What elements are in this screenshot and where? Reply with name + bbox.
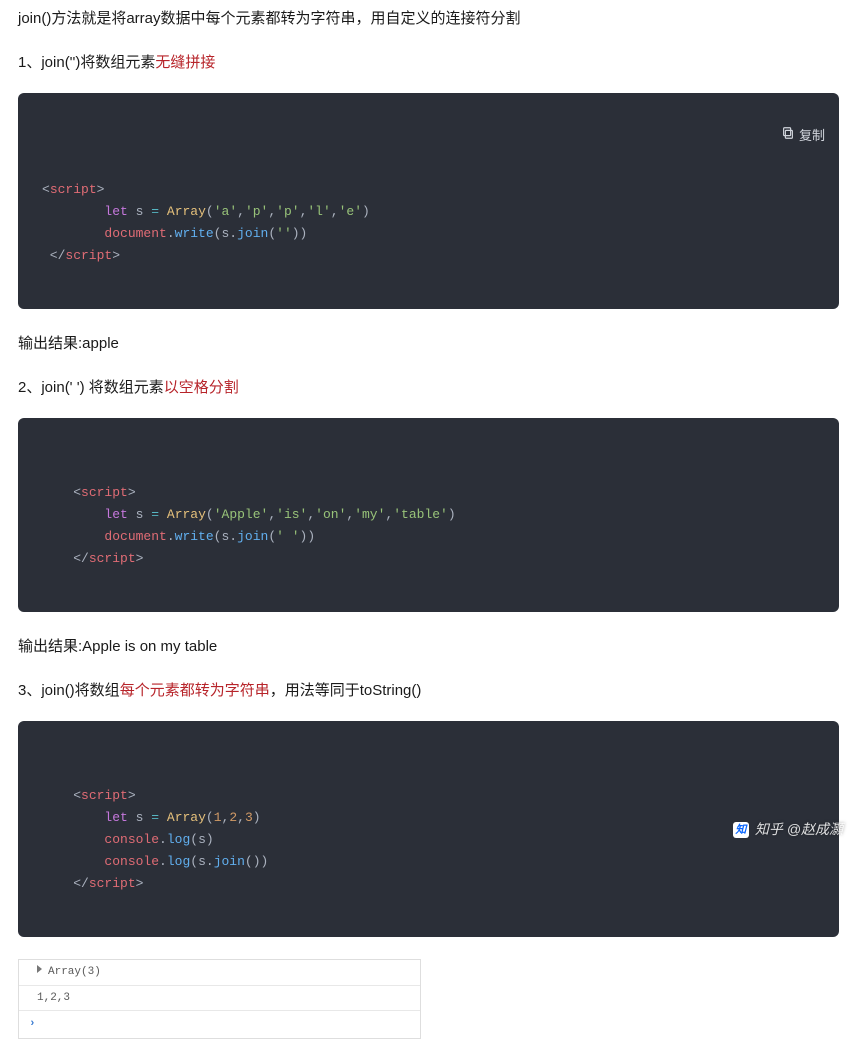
section-2-heading: 2、join(' ') 将数组元素以空格分割 [18, 375, 839, 401]
section-3-tail: ，用法等同于toString() [270, 682, 422, 699]
code-block-3: <script> let s = Array(1,2,3) console.lo… [18, 721, 839, 937]
section-2-lead: 2、join(' ') 将数组元素 [18, 379, 164, 396]
copy-label: 复制 [799, 125, 825, 147]
section-3-highlight: 每个元素都转为字符串 [120, 682, 270, 699]
section-1-lead: 1、join('')将数组元素 [18, 54, 155, 71]
chevron-right-icon: › [29, 1018, 36, 1030]
section-2-highlight: 以空格分割 [164, 379, 239, 396]
copy-icon [759, 103, 795, 169]
code-content-1: <script> let s = Array('a','p','p','l','… [42, 179, 815, 267]
section-1-heading: 1、join('')将数组元素无缝拼接 [18, 50, 839, 76]
console-row-array[interactable]: Array(3) [19, 960, 420, 986]
console-value-1: Array(3) [48, 966, 101, 978]
intro-paragraph: join()方法就是将array数据中每个元素都转为字符串，用自定义的连接符分割 [18, 6, 839, 32]
console-row-string: 1,2,3 [19, 986, 420, 1012]
section-3-lead: 3、join()将数组 [18, 682, 120, 699]
expand-triangle-icon[interactable] [37, 965, 42, 973]
section-1-result: 输出结果:apple [18, 331, 839, 357]
code-block-2: <script> let s = Array('Apple','is','on'… [18, 418, 839, 612]
section-1-highlight: 无缝拼接 [155, 54, 215, 71]
console-prompt[interactable]: › [19, 1011, 420, 1038]
console-output: Array(3) 1,2,3 › [18, 959, 421, 1039]
console-value-2: 1,2,3 [37, 992, 70, 1004]
code-content-2: <script> let s = Array('Apple','is','on'… [42, 482, 815, 570]
code-content-3: <script> let s = Array(1,2,3) console.lo… [42, 785, 815, 895]
section-2-result: 输出结果:Apple is on my table [18, 634, 839, 660]
copy-button[interactable]: 复制 [759, 103, 825, 169]
section-3-heading: 3、join()将数组每个元素都转为字符串，用法等同于toString() [18, 678, 839, 704]
code-block-1: 复制 <script> let s = Array('a','p','p','l… [18, 93, 839, 309]
